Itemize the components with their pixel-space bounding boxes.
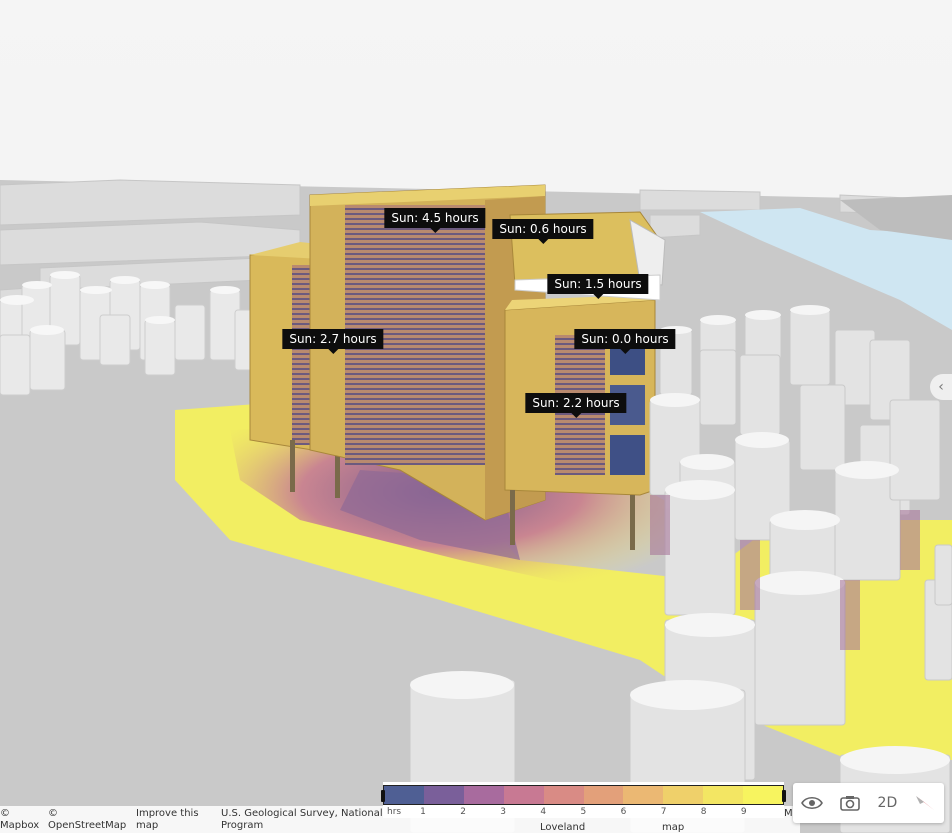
legend-tick-label: 1 [420, 807, 426, 817]
screenshot-button[interactable] [835, 788, 865, 818]
sun-label: Sun: 0.0 hours [574, 329, 676, 354]
map-3d-scene[interactable] [0, 0, 952, 833]
legend-swatch [623, 786, 664, 804]
attribution-improve-map[interactable]: Improve this map [136, 808, 199, 832]
legend-swatch [503, 786, 544, 804]
legend-unit: hrs [387, 807, 402, 817]
legend-tick-label: 4 [540, 807, 547, 817]
legend-swatch [743, 786, 784, 804]
chevron-left-icon: ‹ [938, 379, 944, 395]
legend-swatch [423, 786, 464, 804]
sun-label: Sun: 1.5 hours [547, 274, 649, 299]
legend-tick-label: 9 [740, 807, 747, 817]
legend-tick-label: 7 [660, 807, 667, 817]
attribution-osm[interactable]: © OpenStreetMap [48, 808, 126, 832]
legend-max-handle[interactable] [782, 790, 786, 802]
sun-label: Sun: 2.7 hours [282, 329, 384, 354]
legend-tick-label: 3 [500, 807, 507, 817]
compass-icon [916, 796, 935, 810]
compass-button[interactable] [910, 788, 940, 818]
eye-icon [800, 796, 823, 810]
legend-swatch [543, 786, 584, 804]
legend-tick-label: 2 [460, 807, 466, 817]
legend-min-handle[interactable] [381, 790, 385, 802]
side-panel-toggle[interactable]: ‹ [930, 374, 952, 400]
attribution-usgs[interactable]: U.S. Geological Survey, National Ge Prog… [221, 808, 400, 832]
legend-swatch [583, 786, 624, 804]
sun-hours-legend: hrs 1 2 3 4 5 6 7 8 9 [381, 782, 786, 818]
attribution-loveland[interactable]: Loveland [540, 822, 585, 833]
toggle-2d-button[interactable]: 2D [872, 788, 902, 818]
legend-swatch [463, 786, 504, 804]
camera-icon [839, 796, 860, 811]
legend-tick-label: 5 [580, 807, 587, 817]
attribution-mapbox[interactable]: © Mapbox [0, 808, 39, 832]
sun-label: Sun: 0.6 hours [492, 219, 594, 244]
legend-swatch [663, 786, 704, 804]
legend-swatch [703, 786, 744, 804]
legend-swatch [384, 786, 424, 804]
map-controls: 2D [793, 783, 944, 823]
visibility-toggle-button[interactable] [797, 788, 827, 818]
legend-tick-label: 6 [620, 807, 627, 817]
attribution-map[interactable]: map [662, 822, 684, 833]
legend-color-ramp [383, 785, 784, 805]
sun-label: Sun: 2.2 hours [525, 393, 627, 418]
legend-tick-label: 8 [700, 807, 707, 817]
sun-label: Sun: 4.5 hours [384, 208, 486, 233]
